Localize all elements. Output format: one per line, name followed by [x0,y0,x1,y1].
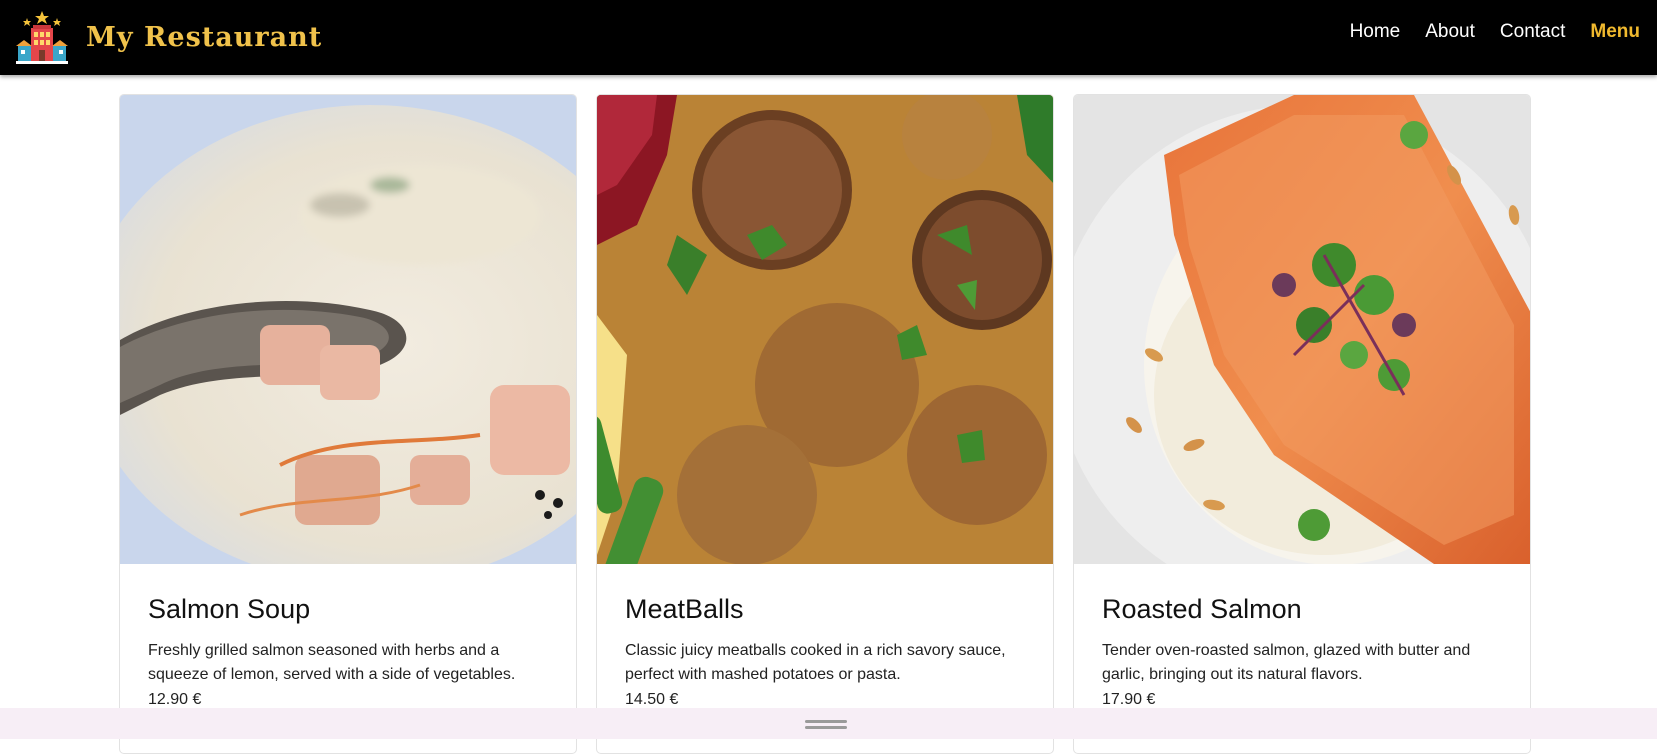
menu-card-meatballs[interactable]: MeatBalls Classic juicy meatballs cooked… [596,94,1054,754]
card-price: 17.90 € [1102,691,1156,708]
nav-about-link[interactable]: About [1425,21,1475,43]
card-title: Salmon Soup [148,594,311,624]
bottom-drawer-bar [0,708,1657,739]
card-body: Salmon Soup Freshly grilled salmon seaso… [120,564,576,709]
nav-menu-link[interactable]: Menu [1590,21,1640,43]
meatballs-photo [597,95,1053,564]
navbar: My Restaurant Home About Contact Menu [0,0,1657,75]
menu-card-salmon-soup[interactable]: Salmon Soup Freshly grilled salmon seaso… [119,94,577,754]
card-body: Roasted Salmon Tender oven-roasted salmo… [1074,564,1530,709]
salmon-soup-photo [120,95,576,564]
drag-handle-icon[interactable] [805,720,847,729]
card-description: Tender oven-roasted salmon, glazed with … [1102,642,1471,683]
brand-name: My Restaurant [86,22,323,53]
nav-home-link[interactable]: Home [1350,21,1401,43]
card-title: MeatBalls [625,594,744,624]
card-body: MeatBalls Classic juicy meatballs cooked… [597,564,1053,709]
restaurant-building-icon [16,10,68,64]
card-price: 14.50 € [625,691,679,708]
card-title: Roasted Salmon [1102,594,1302,624]
card-price: 12.90 € [148,691,202,708]
menu-cards: Salmon Soup Freshly grilled salmon seaso… [119,94,1550,754]
roasted-salmon-photo [1074,95,1530,564]
nav-contact-link[interactable]: Contact [1500,21,1565,43]
card-description: Freshly grilled salmon seasoned with her… [148,642,516,683]
nav-links: Home About Contact Menu [1325,0,1640,64]
card-description: Classic juicy meatballs cooked in a rich… [625,642,1006,683]
menu-card-roasted-salmon[interactable]: Roasted Salmon Tender oven-roasted salmo… [1073,94,1531,754]
brand-link[interactable]: My Restaurant [14,0,322,75]
